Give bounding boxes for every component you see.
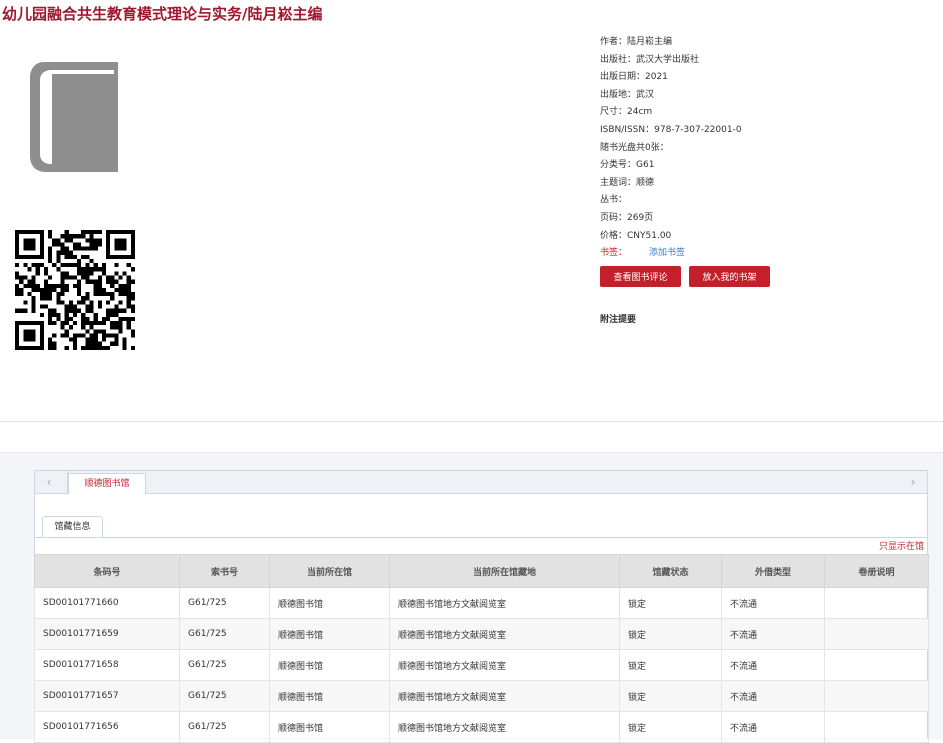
table-row: SD00101771657 G61/725 顺德图书馆 顺德图书馆地方文献阅览室… [34,680,929,712]
table-row: SD00101771658 G61/725 顺德图书馆 顺德图书馆地方文献阅览室… [34,649,929,681]
table-row: SD00101771659 G61/725 顺德图书馆 顺德图书馆地方文献阅览室… [34,618,929,650]
meta-pages: 页码：269页 [600,212,654,223]
qr-code-icon [15,230,135,350]
meta-isbn: ISBN/ISSN：978-7-307-22001-0 [600,124,742,135]
cell-library: 顺德图书馆 [269,649,390,681]
col-volume-note[interactable]: 卷册说明 [824,554,929,588]
add-bookmark-link[interactable]: 添加书签 [649,248,685,258]
cell-barcode: SD00101771658 [34,649,180,681]
bookmark-label: 书签： [600,248,628,259]
cell-location: 顺德图书馆地方文献阅览室 [389,649,620,681]
cell-volume-note [824,649,929,681]
cell-loan-type: 不流通 [721,680,825,712]
meta-classification: 分类号：G61 [600,160,655,171]
notes-heading: 附注提要 [600,315,637,325]
meta-pub-place: 出版地：武汉 [600,89,655,100]
cell-volume-note [824,680,929,712]
col-call-number[interactable]: 索书号 [179,554,270,588]
meta-bookmark: 书签： 添加书签 [600,245,742,263]
meta-size: 尺寸：24cm [600,107,653,118]
holdings-table: 条码号 索书号 当前所在馆 当前所在馆藏地 馆藏状态 外借类型 卷册说明 SD0… [34,554,929,743]
meta-publisher: 出版社：武汉大学出版社 [600,54,700,65]
meta-price: 价格：CNY51.00 [600,230,672,241]
book-cover-icon [30,62,118,172]
col-status[interactable]: 馆藏状态 [619,554,722,588]
cell-barcode: SD00101771657 [34,680,180,712]
cell-loan-type: 不流通 [721,587,825,619]
cell-status: 锁定 [619,587,722,619]
col-loan-type[interactable]: 外借类型 [721,554,825,588]
meta-pub-date: 出版日期：2021 [600,72,668,83]
cell-status: 锁定 [619,680,722,712]
only-available-link[interactable]: 只显示在馆 [879,539,924,552]
tab-library[interactable]: 顺德图书馆 [68,473,146,495]
add-to-shelf-button[interactable]: 放入我的书架 [689,266,770,287]
cell-call-number: G61/725 [179,587,270,619]
cell-library: 顺德图书馆 [269,587,390,619]
cell-loan-type: 不流通 [721,649,825,681]
cell-volume-note [824,618,929,650]
cell-library: 顺德图书馆 [269,618,390,650]
tab-holdings-info[interactable]: 馆藏信息 [42,516,103,538]
col-barcode[interactable]: 条码号 [34,554,180,588]
cell-call-number: G61/725 [179,680,270,712]
book-title: 幼儿园融合共生教育模式理论与实务/陆月崧主编 [2,5,323,23]
meta-series: 丛书： [600,195,628,206]
table-row: SD00101771660 G61/725 顺德图书馆 顺德图书馆地方文献阅览室… [34,587,929,619]
divider [0,421,943,422]
meta-disc: 随书光盘共0张： [600,142,669,153]
cell-location: 顺德图书馆地方文献阅览室 [389,618,620,650]
col-location[interactable]: 当前所在馆藏地 [389,554,620,588]
cell-call-number: G61/725 [179,618,270,650]
cell-status: 锁定 [619,618,722,650]
cell-barcode: SD00101771660 [34,587,180,619]
subtab-divider [34,537,928,538]
cell-location: 顺德图书馆地方文献阅览室 [389,587,620,619]
cell-status: 锁定 [619,649,722,681]
meta-subject: 主题词：顺德 [600,177,655,188]
library-tabbar: ‹ › [34,470,928,494]
col-library[interactable]: 当前所在馆 [269,554,390,588]
meta-author: 作者：陆月崧主编 [600,37,673,47]
cell-volume-note [824,587,929,619]
cell-call-number: G61/725 [179,649,270,681]
cell-location: 顺德图书馆地方文献阅览室 [389,680,620,712]
cell-barcode: SD00101771659 [34,618,180,650]
cell-loan-type: 不流通 [721,618,825,650]
cell-library: 顺德图书馆 [269,680,390,712]
table-header-row: 条码号 索书号 当前所在馆 当前所在馆藏地 馆藏状态 外借类型 卷册说明 [34,554,929,588]
book-metadata: 作者：陆月崧主编 出版社：武汉大学出版社 出版日期：2021 出版地：武汉 尺寸… [600,34,742,263]
chevron-left-icon[interactable]: ‹ [39,474,59,490]
chevron-right-icon[interactable]: › [903,474,923,490]
view-reviews-button[interactable]: 查看图书评论 [600,266,681,287]
